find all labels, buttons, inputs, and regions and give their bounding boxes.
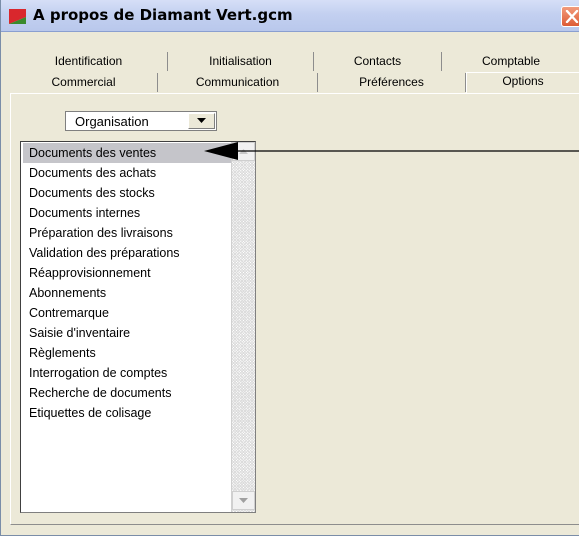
tab-commercial[interactable]: Commercial bbox=[10, 73, 158, 92]
title-bar[interactable]: A propos de Diamant Vert.gcm bbox=[1, 0, 579, 32]
list-item-documents-des-ventes[interactable]: Documents des ventes bbox=[23, 143, 231, 163]
category-select-value: Organisation bbox=[75, 114, 149, 129]
list-item-contremarque[interactable]: Contremarque bbox=[23, 303, 231, 323]
tab-communication[interactable]: Communication bbox=[158, 73, 318, 92]
tab-row-front: Commercial Communication Préférences Opt… bbox=[10, 72, 579, 93]
list-item-saisie-inventaire[interactable]: Saisie d'inventaire bbox=[23, 323, 231, 343]
category-select[interactable]: Organisation bbox=[65, 111, 217, 131]
app-icon bbox=[9, 9, 26, 24]
scroll-down-icon bbox=[239, 498, 248, 503]
tab-preferences[interactable]: Préférences bbox=[318, 73, 466, 92]
close-button[interactable] bbox=[561, 6, 579, 27]
dialog-window: A propos de Diamant Vert.gcm Identificat… bbox=[0, 0, 579, 536]
tab-initialisation[interactable]: Initialisation bbox=[168, 52, 314, 71]
list-item-documents-des-achats[interactable]: Documents des achats bbox=[23, 163, 231, 183]
close-icon bbox=[565, 10, 579, 23]
list-item-validation-des-preparations[interactable]: Validation des préparations bbox=[23, 243, 231, 263]
list-item-reglements[interactable]: Règlements bbox=[23, 343, 231, 363]
list-item-documents-des-stocks[interactable]: Documents des stocks bbox=[23, 183, 231, 203]
window-title: A propos de Diamant Vert.gcm bbox=[33, 6, 293, 24]
list-item-etiquettes-de-colisage[interactable]: Etiquettes de colisage bbox=[23, 403, 231, 423]
list-item-interrogation-de-comptes[interactable]: Interrogation de comptes bbox=[23, 363, 231, 383]
list-item-recherche-de-documents[interactable]: Recherche de documents bbox=[23, 383, 231, 403]
tab-row-back: Identification Initialisation Contacts C… bbox=[10, 52, 579, 71]
scroll-down-button[interactable] bbox=[232, 491, 255, 510]
tab-contacts[interactable]: Contacts bbox=[314, 52, 442, 71]
tab-options[interactable]: Options bbox=[466, 72, 579, 93]
tab-comptable[interactable]: Comptable bbox=[442, 52, 579, 71]
list-item-documents-internes[interactable]: Documents internes bbox=[23, 203, 231, 223]
pointer-arrow bbox=[204, 142, 579, 160]
list-scrollbar[interactable] bbox=[231, 142, 255, 512]
options-list[interactable]: Documents des ventes Documents des achat… bbox=[20, 141, 256, 513]
category-select-button[interactable] bbox=[188, 113, 215, 129]
list-item-abonnements[interactable]: Abonnements bbox=[23, 283, 231, 303]
list-item-reapprovisionnement[interactable]: Réapprovisionnement bbox=[23, 263, 231, 283]
list-item-preparation-des-livraisons[interactable]: Préparation des livraisons bbox=[23, 223, 231, 243]
chevron-down-icon bbox=[197, 118, 206, 123]
tab-identification[interactable]: Identification bbox=[10, 52, 168, 71]
